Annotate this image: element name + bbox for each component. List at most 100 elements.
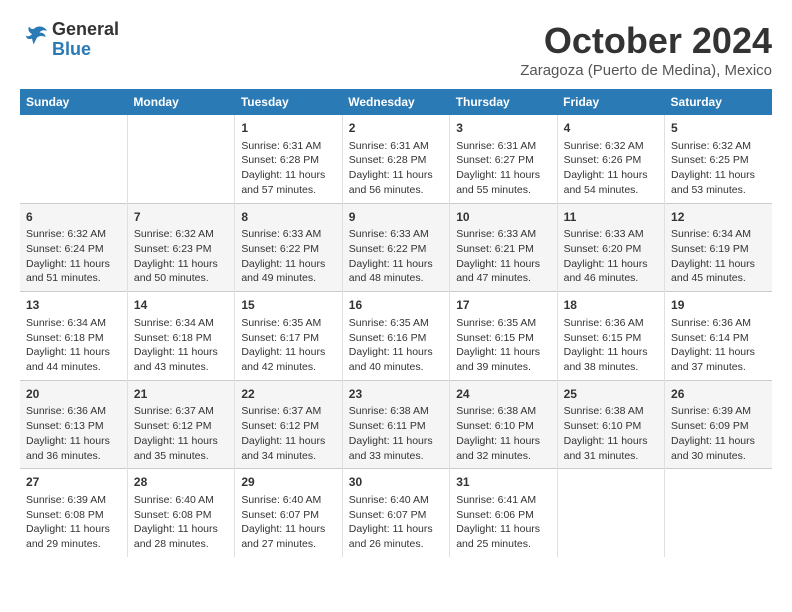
cell-content: Sunset: 6:28 PM <box>349 153 443 168</box>
cell-content: Daylight: 11 hours and 39 minutes. <box>456 345 550 374</box>
cell-content: Sunrise: 6:32 AM <box>671 139 766 154</box>
cell-content: Daylight: 11 hours and 56 minutes. <box>349 168 443 197</box>
cell-content: Daylight: 11 hours and 34 minutes. <box>241 434 335 463</box>
cell-content: Sunrise: 6:37 AM <box>134 404 228 419</box>
cell-content: Daylight: 11 hours and 33 minutes. <box>349 434 443 463</box>
calendar-cell: 8Sunrise: 6:33 AMSunset: 6:22 PMDaylight… <box>235 203 342 292</box>
cell-content: Daylight: 11 hours and 40 minutes. <box>349 345 443 374</box>
calendar-cell <box>557 469 664 557</box>
cell-content: Sunset: 6:26 PM <box>564 153 658 168</box>
day-number: 12 <box>671 209 766 226</box>
calendar-cell: 7Sunrise: 6:32 AMSunset: 6:23 PMDaylight… <box>127 203 234 292</box>
cell-content: Sunset: 6:06 PM <box>456 508 550 523</box>
cell-content: Sunrise: 6:34 AM <box>671 227 766 242</box>
day-number: 15 <box>241 297 335 314</box>
calendar-cell: 17 Sunrise: 6:35 AMSunset: 6:15 PMDayligh… <box>450 292 557 381</box>
day-number: 10 <box>456 209 550 226</box>
cell-content: Sunrise: 6:40 AM <box>349 493 443 508</box>
calendar-cell: 26Sunrise: 6:39 AMSunset: 6:09 PMDayligh… <box>665 380 772 469</box>
cell-content: Daylight: 11 hours and 45 minutes. <box>671 257 766 286</box>
calendar-cell: 29Sunrise: 6:40 AMSunset: 6:07 PMDayligh… <box>235 469 342 557</box>
cell-content: Daylight: 11 hours and 30 minutes. <box>671 434 766 463</box>
day-number: 23 <box>349 386 443 403</box>
calendar-cell: 22Sunrise: 6:37 AMSunset: 6:12 PMDayligh… <box>235 380 342 469</box>
cell-content: Daylight: 11 hours and 36 minutes. <box>26 434 121 463</box>
cell-content: Sunrise: 6:31 AM <box>349 139 443 154</box>
cell-content: Sunrise: 6:38 AM <box>456 404 550 419</box>
cell-content: Sunrise: 6:34 AM <box>134 316 228 331</box>
calendar-cell: 25Sunrise: 6:38 AMSunset: 6:10 PMDayligh… <box>557 380 664 469</box>
cell-content: Daylight: 11 hours and 46 minutes. <box>564 257 658 286</box>
cell-content: Sunset: 6:22 PM <box>349 242 443 257</box>
calendar-cell: 5Sunrise: 6:32 AMSunset: 6:25 PMDaylight… <box>665 115 772 203</box>
cell-content: Sunset: 6:15 PM <box>456 331 550 346</box>
header-sunday: Sunday <box>20 89 127 115</box>
cell-content: Sunset: 6:28 PM <box>241 153 335 168</box>
day-number: 19 <box>671 297 766 314</box>
day-number: 20 <box>26 386 121 403</box>
cell-content: Sunset: 6:09 PM <box>671 419 766 434</box>
calendar-cell: 13Sunrise: 6:34 AMSunset: 6:18 PMDayligh… <box>20 292 127 381</box>
cell-content: Daylight: 11 hours and 57 minutes. <box>241 168 335 197</box>
cell-content: Sunrise: 6:35 AM <box>456 316 550 331</box>
cell-content: Sunrise: 6:35 AM <box>241 316 335 331</box>
cell-content: Sunset: 6:23 PM <box>134 242 228 257</box>
cell-content: Daylight: 11 hours and 38 minutes. <box>564 345 658 374</box>
cell-content: Sunrise: 6:33 AM <box>349 227 443 242</box>
cell-content: Sunrise: 6:31 AM <box>456 139 550 154</box>
cell-content: Sunset: 6:10 PM <box>564 419 658 434</box>
cell-content: Sunset: 6:10 PM <box>456 419 550 434</box>
calendar-cell: 9Sunrise: 6:33 AMSunset: 6:22 PMDaylight… <box>342 203 449 292</box>
cell-content: Daylight: 11 hours and 25 minutes. <box>456 522 550 551</box>
calendar-table: SundayMondayTuesdayWednesdayThursdayFrid… <box>20 89 772 557</box>
day-number: 6 <box>26 209 121 226</box>
day-number: 9 <box>349 209 443 226</box>
cell-content: Sunrise: 6:40 AM <box>241 493 335 508</box>
day-number: 7 <box>134 209 228 226</box>
cell-content: Sunrise: 6:40 AM <box>134 493 228 508</box>
day-number: 8 <box>241 209 335 226</box>
logo: General Blue <box>20 20 119 60</box>
calendar-cell: 2Sunrise: 6:31 AMSunset: 6:28 PMDaylight… <box>342 115 449 203</box>
cell-content: Daylight: 11 hours and 43 minutes. <box>134 345 228 374</box>
calendar-cell: 4Sunrise: 6:32 AMSunset: 6:26 PMDaylight… <box>557 115 664 203</box>
day-number: 29 <box>241 474 335 491</box>
logo-icon <box>20 22 50 52</box>
calendar-cell: 11Sunrise: 6:33 AMSunset: 6:20 PMDayligh… <box>557 203 664 292</box>
cell-content: Sunset: 6:18 PM <box>134 331 228 346</box>
cell-content: Daylight: 11 hours and 35 minutes. <box>134 434 228 463</box>
calendar-week-row: 20Sunrise: 6:36 AMSunset: 6:13 PMDayligh… <box>20 380 772 469</box>
cell-content: Sunset: 6:21 PM <box>456 242 550 257</box>
day-number: 22 <box>241 386 335 403</box>
cell-content: Sunset: 6:11 PM <box>349 419 443 434</box>
header-monday: Monday <box>127 89 234 115</box>
day-number: 16 <box>349 297 443 314</box>
day-number: 30 <box>349 474 443 491</box>
calendar-cell: 18Sunrise: 6:36 AMSunset: 6:15 PMDayligh… <box>557 292 664 381</box>
cell-content: Daylight: 11 hours and 32 minutes. <box>456 434 550 463</box>
cell-content: Sunrise: 6:33 AM <box>564 227 658 242</box>
calendar-week-row: 1Sunrise: 6:31 AMSunset: 6:28 PMDaylight… <box>20 115 772 203</box>
day-number: 17 <box>456 297 550 314</box>
header-friday: Friday <box>557 89 664 115</box>
calendar-cell: 10Sunrise: 6:33 AMSunset: 6:21 PMDayligh… <box>450 203 557 292</box>
day-number: 14 <box>134 297 228 314</box>
calendar-cell: 15Sunrise: 6:35 AMSunset: 6:17 PMDayligh… <box>235 292 342 381</box>
cell-content: Sunrise: 6:39 AM <box>26 493 121 508</box>
cell-content: Sunset: 6:08 PM <box>26 508 121 523</box>
calendar-cell: 27 Sunrise: 6:39 AMSunset: 6:08 PMDayligh… <box>20 469 127 557</box>
day-number: 27 <box>26 474 121 491</box>
calendar-cell: 14 Sunrise: 6:34 AMSunset: 6:18 PMDayligh… <box>127 292 234 381</box>
day-number: 4 <box>564 120 658 137</box>
cell-content: Daylight: 11 hours and 29 minutes. <box>26 522 121 551</box>
calendar-cell: 31Sunrise: 6:41 AMSunset: 6:06 PMDayligh… <box>450 469 557 557</box>
calendar-cell: 19Sunrise: 6:36 AMSunset: 6:14 PMDayligh… <box>665 292 772 381</box>
calendar-cell: 3Sunrise: 6:31 AMSunset: 6:27 PMDaylight… <box>450 115 557 203</box>
cell-content: Sunset: 6:07 PM <box>349 508 443 523</box>
cell-content: Sunset: 6:07 PM <box>241 508 335 523</box>
day-number: 3 <box>456 120 550 137</box>
cell-content: Sunset: 6:12 PM <box>241 419 335 434</box>
cell-content: Daylight: 11 hours and 49 minutes. <box>241 257 335 286</box>
day-number: 24 <box>456 386 550 403</box>
cell-content: Sunset: 6:24 PM <box>26 242 121 257</box>
